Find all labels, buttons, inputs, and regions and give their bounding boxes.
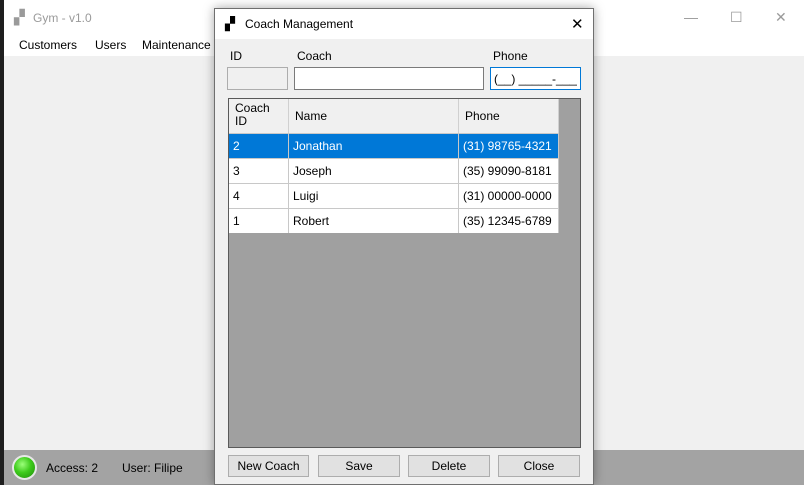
access-level: Access: 2 [46, 461, 99, 475]
new-coach-button[interactable]: New Coach [228, 455, 309, 477]
phone-field[interactable] [490, 67, 581, 90]
grid-row[interactable]: 4 Luigi (31) 00000-0000 [229, 183, 559, 208]
id-label: ID [230, 49, 242, 63]
grid-header: Coach ID Name Phone [229, 99, 559, 133]
grid-row[interactable]: 2 Jonathan (31) 98765-4321 [229, 133, 559, 158]
coach-grid[interactable]: Coach ID Name Phone 2 Jonathan (31) 98765-… [228, 98, 581, 448]
grid-row[interactable]: 1 Robert (35) 12345-6789 [229, 208, 559, 233]
menu-customers[interactable]: Customers [17, 38, 79, 52]
dialog-titlebar: ▞ Coach Management ✕ [215, 9, 593, 39]
save-button[interactable]: Save [318, 455, 400, 477]
coach-label: Coach [297, 49, 332, 63]
connection-led-icon [12, 455, 37, 480]
cell-coach-id[interactable]: 3 [229, 159, 289, 183]
current-user: User: Filipe [122, 461, 183, 475]
maximize-icon[interactable]: ☐ [730, 9, 743, 26]
column-header-phone[interactable]: Phone [459, 99, 559, 133]
phone-label: Phone [493, 49, 528, 63]
column-header-coach-id[interactable]: Coach ID [229, 99, 289, 133]
id-field[interactable] [227, 67, 288, 90]
close-button[interactable]: Close [498, 455, 580, 477]
cell-phone[interactable]: (35) 99090-8181 [459, 159, 559, 183]
app-icon: ▞ [14, 9, 25, 25]
minimize-icon[interactable]: — [684, 9, 698, 25]
cell-phone[interactable]: (31) 98765-4321 [459, 134, 559, 158]
cell-coach-id[interactable]: 2 [229, 134, 289, 158]
main-window-title: Gym - v1.0 [33, 11, 92, 25]
coach-management-dialog: ▞ Coach Management ✕ ID Coach Phone Coac… [214, 8, 594, 485]
cell-name[interactable]: Joseph [289, 159, 459, 183]
grid-row[interactable]: 3 Joseph (35) 99090-8181 [229, 158, 559, 183]
menu-maintenance[interactable]: Maintenance [140, 38, 213, 52]
menu-users[interactable]: Users [93, 38, 128, 52]
cell-coach-id[interactable]: 4 [229, 184, 289, 208]
cell-name[interactable]: Robert [289, 209, 459, 233]
dialog-app-icon: ▞ [225, 16, 235, 31]
column-header-name[interactable]: Name [289, 99, 459, 133]
dialog-close-icon[interactable]: ✕ [571, 15, 584, 33]
cell-name[interactable]: Jonathan [289, 134, 459, 158]
delete-button[interactable]: Delete [408, 455, 490, 477]
cell-phone[interactable]: (35) 12345-6789 [459, 209, 559, 233]
cell-phone[interactable]: (31) 00000-0000 [459, 184, 559, 208]
cell-coach-id[interactable]: 1 [229, 209, 289, 233]
coach-name-field[interactable] [294, 67, 484, 90]
dialog-title: Coach Management [245, 17, 354, 31]
close-icon[interactable]: ✕ [775, 9, 787, 26]
cell-name[interactable]: Luigi [289, 184, 459, 208]
